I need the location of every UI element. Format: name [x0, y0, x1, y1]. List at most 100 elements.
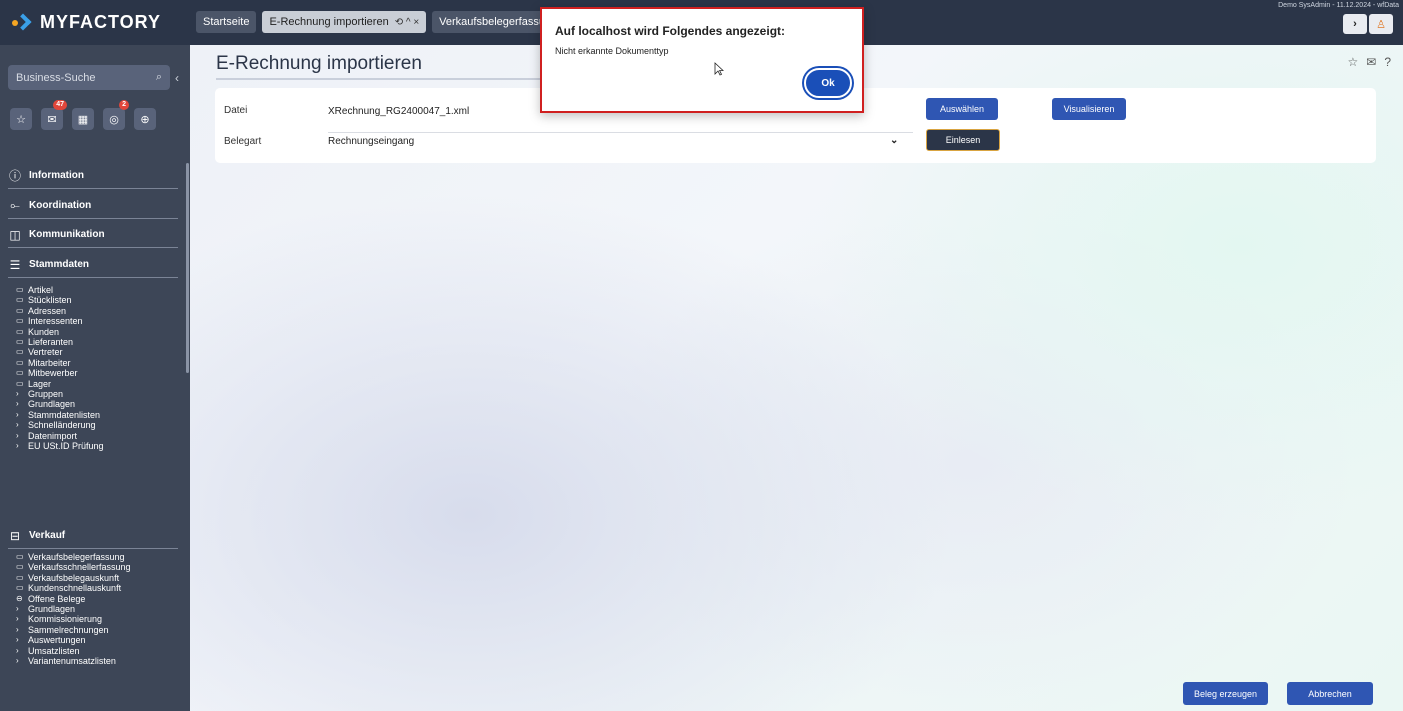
quick-button-glyph: ◎: [109, 113, 119, 126]
coordination-icon: ⟜: [10, 198, 20, 212]
brand-shortcut-button[interactable]: ›: [1343, 14, 1367, 34]
tab-controls-icon[interactable]: ⟲ ^ ×: [395, 17, 419, 28]
search-icon: ⌕: [155, 71, 162, 83]
sidebar-item[interactable]: › Sammelrechnungen: [16, 625, 109, 635]
sidebar-item[interactable]: ▭ Kundenschnellauskunft: [16, 583, 121, 593]
star-icon[interactable]: ☆: [10, 108, 32, 130]
mail-icon[interactable]: ✉: [1366, 55, 1376, 69]
einlesen-button[interactable]: Einlesen: [926, 129, 1000, 151]
sidebar-item[interactable]: › Stammdatenlisten: [16, 410, 100, 420]
sidebar-item[interactable]: ▭ Verkaufsschnellerfassung: [16, 562, 131, 572]
calendar-icon[interactable]: ▦: [72, 108, 94, 130]
notification-badge: 2: [119, 100, 129, 110]
tab-0[interactable]: Startseite: [196, 11, 257, 33]
tab-label: E-Rechnung importieren: [269, 16, 389, 28]
sidebar-item-label: Umsatzlisten: [28, 645, 80, 656]
tab-2[interactable]: Verkaufsbelegerfassu: [432, 11, 552, 33]
sidebar-item[interactable]: › Datenimport: [16, 431, 77, 441]
main-content: E-Rechnung importieren ☆ ✉ ? Datei XRech…: [190, 45, 1403, 711]
chevron-right-icon: ›: [16, 430, 19, 440]
item-icon: ▭: [16, 357, 24, 367]
sidebar-section-kommunikation[interactable]: ◫ Kommunikation: [8, 222, 178, 248]
sidebar-item[interactable]: ▭ Kunden: [16, 327, 59, 337]
sidebar-item-label: Variantenumsatzlisten: [28, 656, 116, 666]
chevron-right-icon: ›: [16, 409, 19, 419]
sidebar-item-label: Mitbewerber: [28, 368, 78, 379]
belegart-label: Belegart: [224, 136, 262, 147]
item-icon: ▭: [16, 326, 24, 336]
app-logo[interactable]: MYFACTORY: [12, 12, 161, 33]
sidebar-section-information[interactable]: ⓘ Information: [8, 163, 178, 189]
sidebar-item[interactable]: › Grundlagen: [16, 604, 75, 614]
visualisieren-button[interactable]: Visualisieren: [1052, 98, 1126, 120]
user-avatar-button[interactable]: ♙: [1369, 14, 1393, 34]
favorite-star-icon[interactable]: ☆: [1347, 55, 1358, 69]
task-icon[interactable]: ◎ 2: [103, 100, 129, 130]
quick-button-glyph: ☆: [16, 113, 26, 126]
sidebar-item[interactable]: ▭ Mitbewerber: [16, 368, 78, 378]
sidebar-item[interactable]: ▭ Adressen: [16, 306, 66, 316]
sidebar-section-koordination[interactable]: ⟜ Koordination: [8, 193, 178, 219]
sidebar-section-label: Stammdaten: [29, 259, 90, 270]
sidebar-item[interactable]: › EU USt.ID Prüfung: [16, 441, 104, 451]
sidebar-item-label: Kommissionierung: [28, 614, 103, 625]
item-icon: ▭: [16, 295, 24, 305]
info-icon: ⓘ: [8, 169, 21, 183]
sidebar-item[interactable]: › Schnelländerung: [16, 420, 96, 430]
mail-icon[interactable]: ✉ 47: [41, 100, 67, 130]
sidebar-item-label: Schnelländerung: [28, 420, 96, 431]
chevron-down-icon[interactable]: ⌄: [890, 135, 898, 146]
sidebar-item-label: EU USt.ID Prüfung: [28, 441, 104, 451]
business-search-input[interactable]: Business-Suche ⌕: [8, 65, 170, 90]
sidebar-item[interactable]: ▭ Artikel: [16, 285, 53, 295]
sidebar-item[interactable]: ▭ Verkaufsbelegauskunft: [16, 573, 119, 583]
sidebar-item[interactable]: ▭ Vertreter: [16, 347, 63, 357]
add-icon[interactable]: ⊕: [134, 108, 156, 130]
sidebar-item-label: Mitarbeiter: [28, 357, 71, 368]
sidebar-item-label: Lager: [28, 378, 52, 389]
sidebar-section-verkauf[interactable]: ⊟ Verkauf: [8, 523, 178, 549]
sidebar-item-label: Sammelrechnungen: [28, 624, 109, 635]
abbrechen-button[interactable]: Abbrechen: [1287, 682, 1373, 705]
sidebar-item[interactable]: › Kommissionierung: [16, 614, 102, 624]
sidebar-item[interactable]: › Grundlagen: [16, 399, 75, 409]
chevron-right-icon: ›: [16, 420, 19, 430]
sidebar-item[interactable]: ▭ Stücklisten: [16, 295, 72, 305]
beleg-erzeugen-button[interactable]: Beleg erzeugen: [1183, 682, 1268, 705]
sidebar-item[interactable]: › Umsatzlisten: [16, 646, 80, 656]
sidebar-item[interactable]: › Gruppen: [16, 389, 63, 399]
sidebar-item[interactable]: › Auswertungen: [16, 635, 86, 645]
tab-1[interactable]: E-Rechnung importieren ⟲ ^ ×: [262, 11, 427, 33]
sidebar-item-label: Vertreter: [28, 347, 63, 358]
chevron-right-icon: ›: [16, 399, 19, 409]
sidebar-item[interactable]: ▭ Lager: [16, 379, 51, 389]
sidebar-item[interactable]: ▭ Mitarbeiter: [16, 358, 71, 368]
sidebar-scrollbar[interactable]: [186, 163, 189, 373]
sidebar-section-stammdaten[interactable]: ☰ Stammdaten: [8, 252, 178, 278]
quick-button-glyph: ✉: [47, 113, 57, 126]
ok-button[interactable]: Ok: [804, 68, 852, 98]
sidebar-item-label: Datenimport: [28, 430, 78, 441]
sidebar-item-label: Grundlagen: [28, 604, 76, 614]
tab-label: Startseite: [203, 16, 250, 28]
help-icon[interactable]: ?: [1384, 55, 1391, 69]
sidebar-item[interactable]: ▭ Interessenten: [16, 316, 83, 326]
auswaehlen-button[interactable]: Auswählen: [926, 98, 998, 120]
dialog-title: Auf localhost wird Folgendes angezeigt:: [555, 24, 786, 38]
sidebar-item[interactable]: ▭ Lieferanten: [16, 337, 73, 347]
sidebar-item-label: Gruppen: [28, 389, 64, 399]
datei-field[interactable]: XRechnung_RG2400047_1.xml: [328, 106, 469, 117]
belegart-select[interactable]: Rechnungseingang: [328, 136, 414, 147]
sidebar-item[interactable]: › Variantenumsatzlisten: [16, 656, 116, 666]
sidebar-item-label: Verkaufsbelegauskunft: [28, 572, 120, 583]
item-icon: ▭: [16, 552, 24, 561]
sidebar-item[interactable]: ⊖ Offene Belege: [16, 594, 85, 604]
quick-button-glyph: ▦: [77, 113, 89, 126]
item-icon: ▭: [16, 305, 24, 315]
search-placeholder: Business-Suche: [16, 71, 96, 84]
collapse-sidebar-icon[interactable]: ‹: [175, 71, 179, 85]
chat-icon: ◫: [9, 227, 21, 242]
quick-button-glyph: ⊕: [140, 113, 150, 126]
sidebar-item[interactable]: ▭ Verkaufsbelegerfassung: [16, 552, 125, 562]
sidebar-item-label: Interessenten: [28, 316, 83, 327]
